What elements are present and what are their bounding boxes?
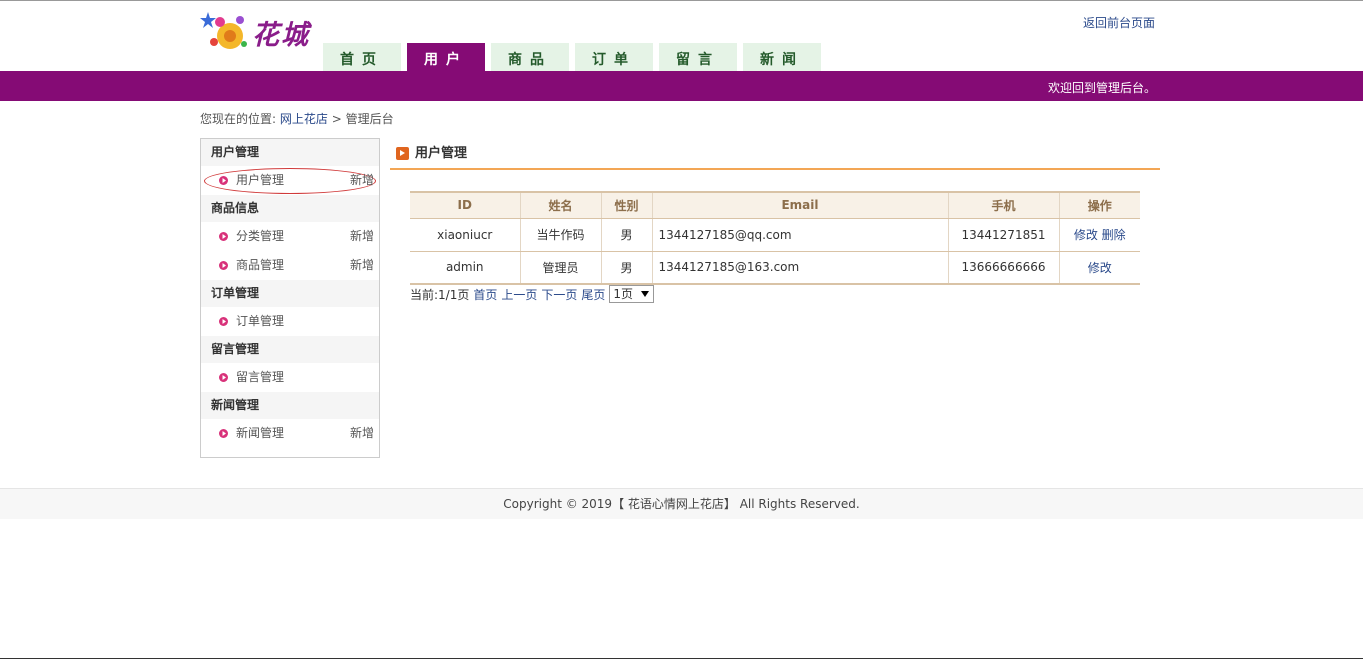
sidebar-item-user-management[interactable]: 用户管理 新增 xyxy=(201,166,379,195)
pager-first-link[interactable]: 首页 xyxy=(473,286,497,303)
page-select[interactable]: 1页 xyxy=(609,285,655,303)
breadcrumb-home-link[interactable]: 网上花店 xyxy=(280,112,328,126)
pager-last-link[interactable]: 尾页 xyxy=(581,286,605,303)
logo-text: 花城 xyxy=(252,19,310,51)
cell-id: xiaoniucr xyxy=(410,218,520,252)
table-row: xiaoniucr 当牛作码 男 1344127185@qq.com 13441… xyxy=(410,218,1140,252)
nav-tab-users[interactable]: 用户 xyxy=(407,41,485,71)
add-news-link[interactable]: 新增 xyxy=(350,419,374,448)
sidebar-item-label[interactable]: 商品管理 xyxy=(236,258,284,272)
edit-link[interactable]: 修改 xyxy=(1074,228,1098,242)
nav-tab-news[interactable]: 新闻 xyxy=(743,41,821,71)
page-title: 用户管理 xyxy=(390,138,1160,170)
main-content: 用户管理 ID 姓名 性别 Email 手机 操作 xiaoniucr 当牛作码… xyxy=(390,138,1160,303)
column-header-actions: 操作 xyxy=(1058,191,1140,219)
bullet-arrow-icon xyxy=(219,429,228,438)
nav-tab-orders[interactable]: 订单 xyxy=(575,41,653,71)
table-row: admin 管理员 男 1344127185@163.com 136666666… xyxy=(410,251,1140,285)
add-product-link[interactable]: 新增 xyxy=(350,251,374,280)
footer: Copyright © 2019【 花语心情网上花店】 All Rights R… xyxy=(0,488,1363,519)
dropdown-arrow-icon xyxy=(641,291,650,297)
sidebar-item-label[interactable]: 订单管理 xyxy=(236,314,284,328)
page-title-text: 用户管理 xyxy=(415,146,468,161)
page-select-value: 1页 xyxy=(613,287,634,301)
sidebar-item-label[interactable]: 新闻管理 xyxy=(236,426,284,440)
sidebar-item-label[interactable]: 留言管理 xyxy=(236,370,284,384)
sidebar-item-label[interactable]: 分类管理 xyxy=(236,229,284,243)
sidebar-group-products: 商品信息 xyxy=(201,195,379,222)
cell-phone: 13441271851 xyxy=(947,218,1059,252)
arrow-box-icon xyxy=(396,147,409,160)
add-user-link[interactable]: 新增 xyxy=(350,166,374,195)
sidebar-group-users: 用户管理 xyxy=(201,139,379,166)
header: 花城 返回前台页面 首页 用户 商品 订单 留言 新闻 xyxy=(0,1,1363,71)
bullet-arrow-icon xyxy=(219,232,228,241)
sidebar-group-orders: 订单管理 xyxy=(201,280,379,307)
cell-gender: 男 xyxy=(600,218,652,252)
back-to-frontend-link[interactable]: 返回前台页面 xyxy=(1083,14,1155,31)
breadcrumb-separator: > xyxy=(331,112,342,126)
welcome-bar: 欢迎回到管理后台。 xyxy=(0,71,1363,101)
delete-link[interactable]: 删除 xyxy=(1102,228,1126,242)
bullet-arrow-icon xyxy=(219,373,228,382)
cell-name: 管理员 xyxy=(519,251,601,285)
column-header-id: ID xyxy=(410,191,520,219)
bullet-arrow-icon xyxy=(219,261,228,270)
column-header-email: Email xyxy=(651,191,948,219)
cell-phone: 13666666666 xyxy=(947,251,1059,285)
welcome-text: 欢迎回到管理后台。 xyxy=(1047,81,1156,95)
table-header-row: ID 姓名 性别 Email 手机 操作 xyxy=(410,191,1140,219)
main-nav: 首页 用户 商品 订单 留言 新闻 xyxy=(323,41,827,71)
sidebar-item-order-management[interactable]: 订单管理 xyxy=(201,307,379,336)
sidebar-item-product-management[interactable]: 商品管理 新增 xyxy=(201,251,379,280)
logo[interactable]: 花城 xyxy=(200,9,322,55)
cell-gender: 男 xyxy=(600,251,652,285)
add-category-link[interactable]: 新增 xyxy=(350,222,374,251)
flower-logo-icon xyxy=(200,10,250,54)
cell-actions: 修改 删除 xyxy=(1058,218,1140,252)
cell-id: admin xyxy=(410,251,520,285)
sidebar: 用户管理 用户管理 新增 商品信息 分类管理 新增 商品管理 新增 订单管理 订… xyxy=(200,138,380,458)
nav-tab-home[interactable]: 首页 xyxy=(323,41,401,71)
sidebar-group-news: 新闻管理 xyxy=(201,392,379,419)
column-header-gender: 性别 xyxy=(600,191,652,219)
breadcrumb: 您现在的位置: 网上花店 > 管理后台 xyxy=(200,110,394,127)
pager-prev-link[interactable]: 上一页 xyxy=(501,286,537,303)
breadcrumb-prefix: 您现在的位置: xyxy=(200,112,277,126)
pager-next-link[interactable]: 下一页 xyxy=(541,286,577,303)
sidebar-item-message-management[interactable]: 留言管理 xyxy=(201,363,379,392)
column-header-name: 姓名 xyxy=(519,191,601,219)
copyright-text: Copyright © 2019【 花语心情网上花店】 All Rights R… xyxy=(503,497,860,511)
sidebar-item-news-management[interactable]: 新闻管理 新增 xyxy=(201,419,379,448)
sidebar-group-messages: 留言管理 xyxy=(201,336,379,363)
bullet-arrow-icon xyxy=(219,176,228,185)
nav-tab-messages[interactable]: 留言 xyxy=(659,41,737,71)
breadcrumb-current: 管理后台 xyxy=(345,112,394,126)
cell-actions: 修改 xyxy=(1058,251,1140,285)
cell-email: 1344127185@qq.com xyxy=(651,218,948,252)
nav-tab-products[interactable]: 商品 xyxy=(491,41,569,71)
sidebar-item-category-management[interactable]: 分类管理 新增 xyxy=(201,222,379,251)
cell-email: 1344127185@163.com xyxy=(651,251,948,285)
users-table: ID 姓名 性别 Email 手机 操作 xiaoniucr 当牛作码 男 13… xyxy=(410,191,1140,285)
pager-current: 当前:1/1页 xyxy=(410,287,470,302)
column-header-phone: 手机 xyxy=(947,191,1059,219)
edit-link[interactable]: 修改 xyxy=(1088,261,1112,275)
bullet-arrow-icon xyxy=(219,317,228,326)
cell-name: 当牛作码 xyxy=(519,218,601,252)
pagination: 当前:1/1页 首页 上一页 下一页 尾页 1页 xyxy=(410,285,655,303)
